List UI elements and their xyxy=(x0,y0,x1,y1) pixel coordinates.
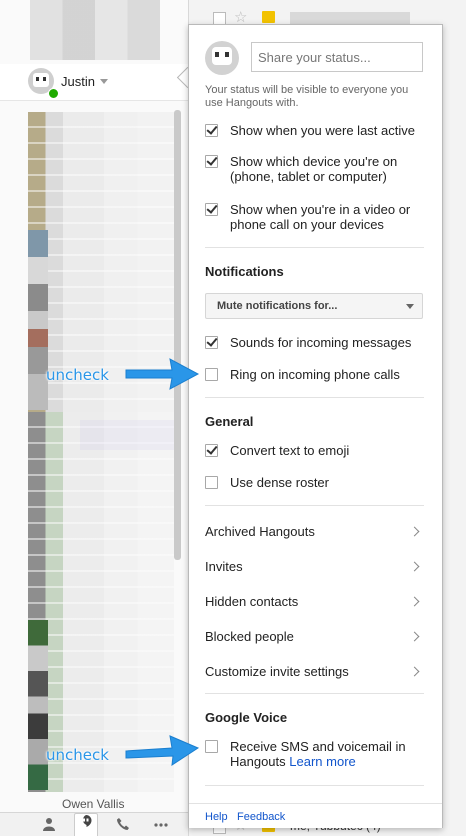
learn-more-link[interactable]: Learn more xyxy=(289,754,355,769)
setting-label: Convert text to emoji xyxy=(230,443,350,458)
chevron-right-icon xyxy=(409,596,420,607)
setting-label: Show when you were last active xyxy=(230,123,415,138)
roster-contact-name[interactable]: Owen Vallis xyxy=(62,797,124,811)
mail-subject-blur xyxy=(290,12,410,24)
current-user-name[interactable]: Justin xyxy=(61,74,95,89)
setting-label: Use dense roster xyxy=(230,475,329,490)
checkbox-checked[interactable] xyxy=(205,336,218,349)
checkbox-unchecked[interactable] xyxy=(205,740,218,753)
divider xyxy=(205,247,424,248)
roster-blur xyxy=(30,0,160,60)
help-link[interactable]: Help xyxy=(205,811,228,823)
chevron-right-icon xyxy=(409,631,420,642)
hangouts-icon[interactable] xyxy=(74,813,98,836)
setting-label: Ring on incoming phone calls xyxy=(230,367,400,382)
roster-bottom-bar xyxy=(0,812,188,836)
mute-notifications-dropdown[interactable]: Mute notifications for... xyxy=(205,293,423,319)
label-icon xyxy=(262,11,275,23)
roster-sidebar: Justin Owen Vallis xyxy=(0,0,189,836)
annotation-label: uncheck xyxy=(46,366,109,384)
status-note: Your status will be visible to everyone … xyxy=(205,84,409,109)
chevron-right-icon xyxy=(409,666,420,677)
nav-label: Blocked people xyxy=(205,629,294,644)
chevron-right-icon xyxy=(409,561,420,572)
nav-hidden-contacts[interactable]: Hidden contacts xyxy=(205,594,424,614)
checkbox-unchecked[interactable] xyxy=(205,368,218,381)
checkbox-checked[interactable] xyxy=(205,124,218,137)
online-status-dot xyxy=(48,88,59,99)
section-title-google-voice: Google Voice xyxy=(205,710,288,725)
annotation-arrow-icon xyxy=(125,358,200,390)
nav-label: Customize invite settings xyxy=(205,664,349,679)
hangouts-settings-popup: Your status will be visible to everyone … xyxy=(188,24,443,828)
more-icon[interactable] xyxy=(150,817,172,835)
nav-archived-hangouts[interactable]: Archived Hangouts xyxy=(205,524,424,544)
divider xyxy=(205,785,424,786)
section-title-notifications: Notifications xyxy=(205,264,284,279)
setting-label: Show when you're in a video or phone cal… xyxy=(230,202,411,232)
person-icon[interactable] xyxy=(38,817,60,835)
chevron-right-icon xyxy=(409,526,420,537)
annotation-arrow-icon xyxy=(125,735,200,766)
setting-label: Show which device you're on (phone, tabl… xyxy=(230,154,398,184)
divider xyxy=(205,505,424,506)
roster-blur xyxy=(28,620,48,790)
status-input[interactable] xyxy=(251,42,423,72)
annotation-label: uncheck xyxy=(46,746,109,764)
nav-invites[interactable]: Invites xyxy=(205,559,424,579)
divider xyxy=(205,397,424,398)
nav-label: Archived Hangouts xyxy=(205,524,315,539)
nav-label: Invites xyxy=(205,559,243,574)
nav-label: Hidden contacts xyxy=(205,594,299,609)
roster-blur xyxy=(28,230,48,410)
checkbox-checked[interactable] xyxy=(205,203,218,216)
setting-label: Sounds for incoming messages xyxy=(230,335,412,350)
feedback-link[interactable]: Feedback xyxy=(237,811,285,823)
popup-footer: Help Feedback xyxy=(189,803,442,828)
avatar[interactable] xyxy=(205,41,239,75)
roster-scrollbar[interactable] xyxy=(174,110,181,560)
divider xyxy=(205,693,424,694)
checkbox-unchecked[interactable] xyxy=(205,476,218,489)
checkbox-checked[interactable] xyxy=(205,444,218,457)
checkbox-checked[interactable] xyxy=(205,155,218,168)
phone-icon[interactable] xyxy=(112,817,134,835)
chevron-down-icon xyxy=(406,304,414,309)
nav-customize-invite-settings[interactable]: Customize invite settings xyxy=(205,664,424,684)
nav-blocked-people[interactable]: Blocked people xyxy=(205,629,424,649)
setting-label: Receive SMS and voicemail in Hangouts Le… xyxy=(230,739,430,769)
dropdown-label: Mute notifications for... xyxy=(217,300,338,312)
section-title-general: General xyxy=(205,414,254,429)
chevron-down-icon[interactable] xyxy=(100,79,108,84)
